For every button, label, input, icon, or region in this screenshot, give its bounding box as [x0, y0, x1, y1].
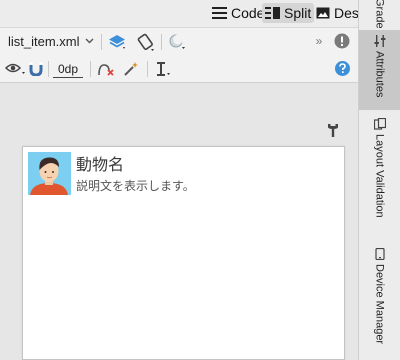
- clear-constraints-button[interactable]: [96, 60, 116, 78]
- issues-button[interactable]: [334, 33, 350, 49]
- more-chevron-label: »: [315, 34, 323, 48]
- tab-grade-label: Grade: [373, 0, 386, 28]
- view-mode-bar: Code Split Design: [0, 0, 378, 27]
- code-mode-button[interactable]: Code: [209, 3, 267, 23]
- split-view-icon: [265, 7, 280, 19]
- tab-attributes-label: Attributes: [373, 51, 386, 98]
- theme-button[interactable]: [166, 32, 188, 52]
- side-tool-window-bar: Grade Attributes Layout Validation Devic…: [358, 0, 400, 360]
- magnet-icon: [29, 62, 43, 76]
- orientation-button[interactable]: [135, 31, 157, 53]
- guidelines-button[interactable]: [153, 60, 173, 78]
- wrench-icon: [328, 124, 338, 137]
- animal-image: [28, 152, 71, 195]
- file-selector[interactable]: list_item.xml: [8, 32, 94, 50]
- item-description-text: 説明文を表示します。: [76, 179, 195, 193]
- layers-button[interactable]: [107, 32, 127, 52]
- layout-toolbar: 0dp: [0, 55, 358, 83]
- help-button[interactable]: [335, 61, 350, 76]
- item-title-text: 動物名: [76, 157, 125, 174]
- tab-layout-validation-label: Layout Validation: [373, 134, 386, 218]
- clear-constraints-icon: [98, 64, 114, 76]
- margin-value: 0dp: [57, 61, 79, 76]
- image-icon: [316, 7, 330, 19]
- avatar-icon: [28, 152, 71, 195]
- layout-preview[interactable]: 動物名 説明文を表示します。: [22, 146, 345, 360]
- view-options-button[interactable]: [4, 61, 28, 77]
- tab-device-manager-label: Device Manager: [373, 264, 386, 345]
- more-actions-button[interactable]: »: [313, 34, 325, 48]
- code-mode-label: Code: [231, 5, 265, 21]
- eye-icon: [5, 63, 25, 74]
- device-icon: [374, 248, 385, 260]
- split-mode-button[interactable]: Split: [262, 3, 315, 23]
- wrench-button[interactable]: [326, 122, 340, 138]
- tab-device-manager[interactable]: Device Manager: [359, 248, 400, 360]
- help-icon: [335, 61, 350, 76]
- chevron-down-icon: [85, 38, 94, 44]
- magic-wand-icon: [124, 62, 138, 76]
- autoconnect-toggle[interactable]: [28, 61, 44, 77]
- tab-attributes[interactable]: Attributes: [359, 30, 400, 110]
- guidelines-icon: [157, 62, 170, 76]
- design-toolbar: list_item.xml »: [0, 27, 358, 56]
- night-mode-icon: [169, 34, 185, 49]
- code-lines-icon: [212, 7, 227, 19]
- split-mode-label: Split: [284, 5, 312, 21]
- layout-validation-icon: [373, 118, 386, 130]
- default-margin-field[interactable]: 0dp: [53, 60, 83, 78]
- tab-grade[interactable]: Grade: [359, 0, 400, 28]
- warning-icon: [334, 33, 350, 49]
- infer-constraints-button[interactable]: [121, 60, 141, 78]
- tab-layout-validation[interactable]: Layout Validation: [359, 118, 400, 236]
- layers-icon: [109, 35, 125, 49]
- file-name-label: list_item.xml: [8, 33, 80, 49]
- rotate-device-icon: [137, 33, 154, 51]
- attributes-icon: [374, 35, 385, 47]
